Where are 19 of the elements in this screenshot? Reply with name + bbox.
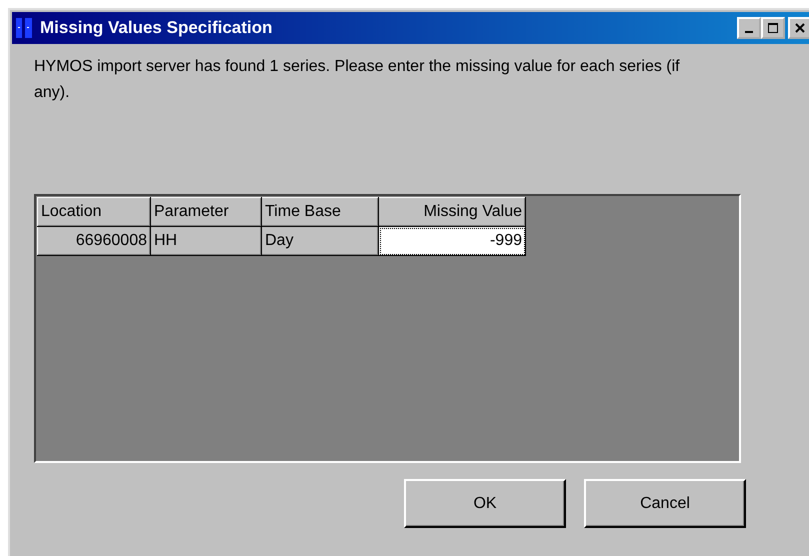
input-field[interactable]: -999	[378, 226, 526, 256]
message-text: HYMOS import server has found 1 series. Please enter the missing value for each series (if any).	[34, 57, 681, 103]
close-button[interactable]	[788, 17, 809, 39]
column-header[interactable]: Missing Value	[378, 198, 526, 226]
column-header[interactable]: Time Base	[262, 198, 378, 226]
close-icon	[795, 23, 805, 33]
maximize-button[interactable]	[761, 17, 785, 39]
window-title: Missing Values Specification	[40, 18, 274, 38]
column-header[interactable]: Location	[38, 198, 150, 226]
table-cell: 66960008	[38, 226, 150, 256]
minimize-button[interactable]	[737, 17, 761, 39]
column-header[interactable]: Parameter	[150, 198, 262, 226]
table-cell: Day	[262, 226, 378, 256]
cancel-button[interactable]: Cancel	[584, 479, 746, 528]
table-cell: HH	[150, 226, 262, 256]
ok-button[interactable]: OK	[404, 479, 566, 528]
maximize-icon	[768, 23, 778, 33]
minimize-icon	[745, 30, 753, 32]
app-icon	[16, 18, 32, 38]
